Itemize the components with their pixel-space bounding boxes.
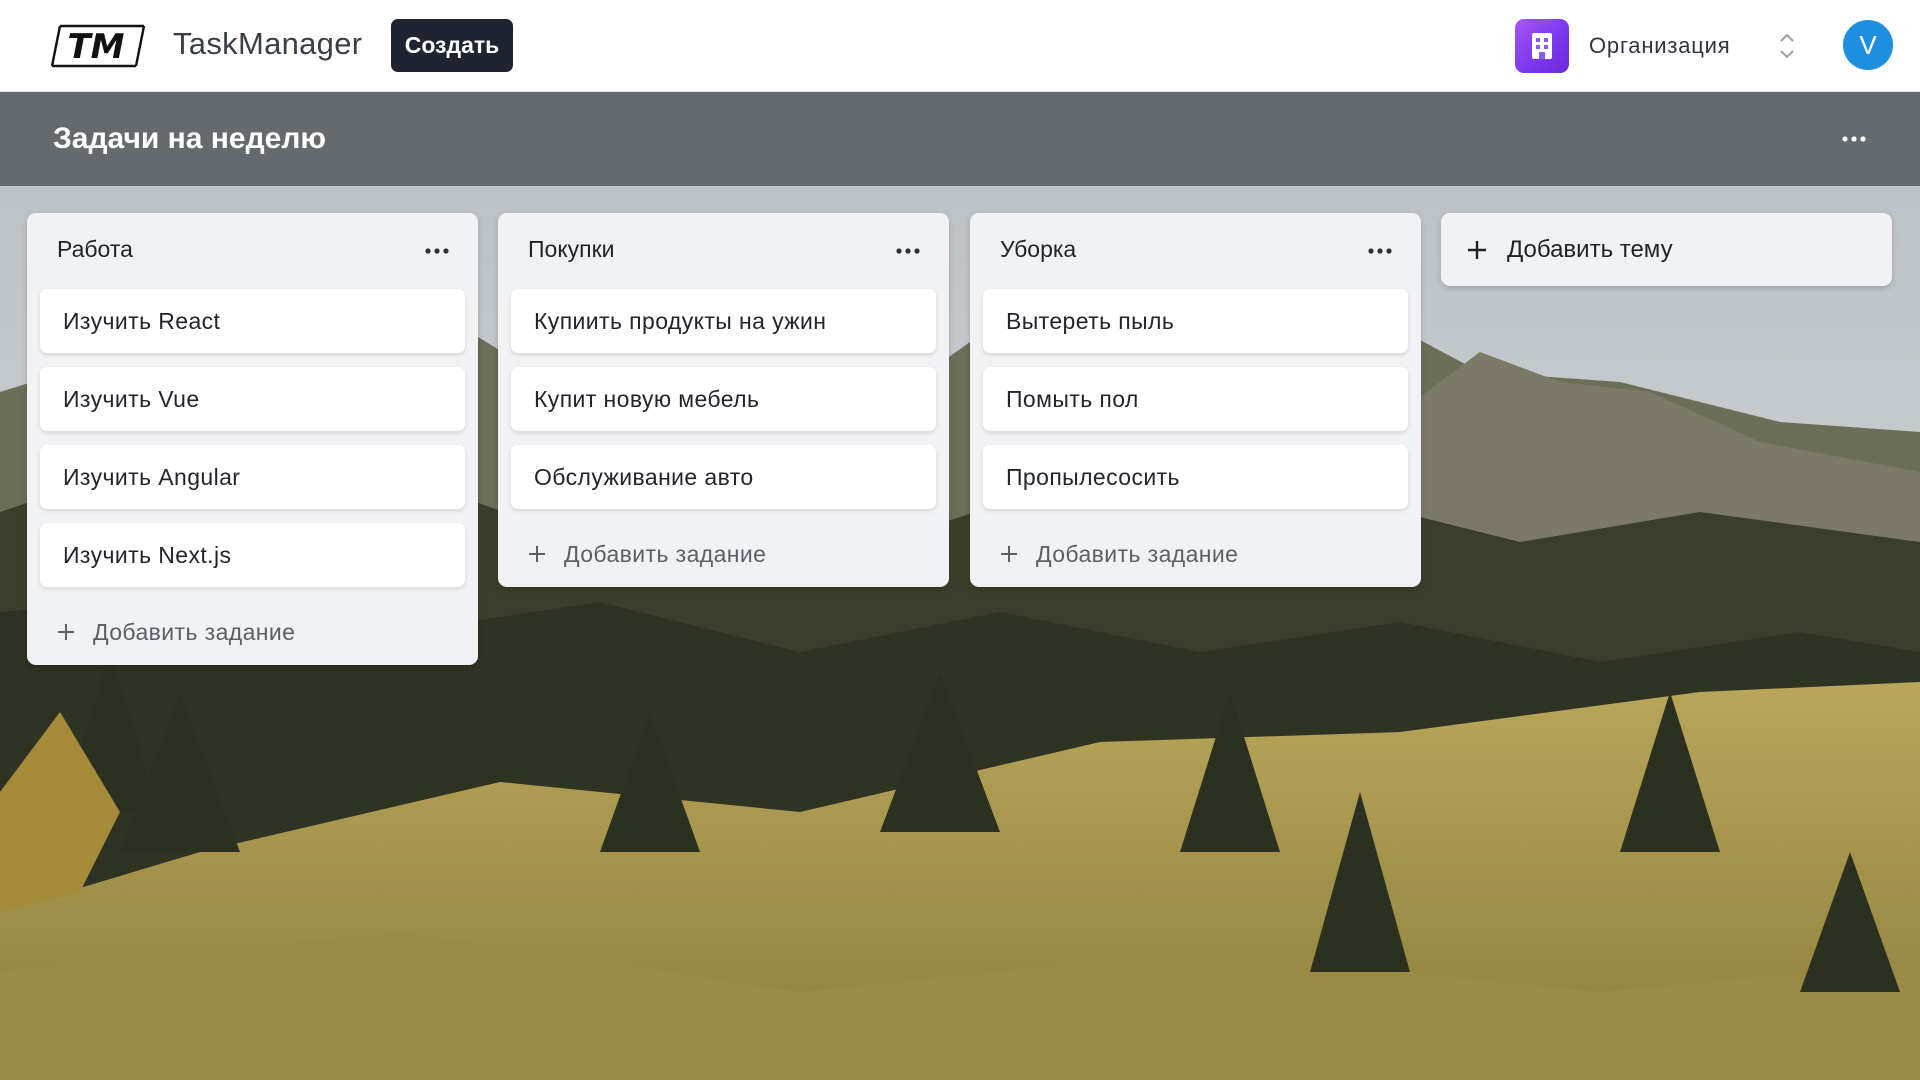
task-card[interactable]: Изучить Angular	[40, 445, 465, 509]
list-cleaning: Уборка Вытереть пыль Помыть пол Пропылес…	[970, 213, 1421, 587]
task-card[interactable]: Обслуживание авто	[511, 445, 936, 509]
board-header: Задачи на неделю	[0, 92, 1920, 186]
plus-icon	[55, 621, 77, 643]
chevron-updown-icon[interactable]	[1777, 29, 1797, 63]
task-card[interactable]: Изучить React	[40, 289, 465, 353]
logo-text: TM	[67, 27, 124, 67]
task-card[interactable]: Изучить Vue	[40, 367, 465, 431]
add-task-label: Добавить задание	[1036, 540, 1239, 567]
add-theme-label: Добавить тему	[1507, 235, 1673, 263]
list-more-icon[interactable]	[893, 240, 923, 262]
plus-icon	[1465, 238, 1489, 262]
board-more-icon[interactable]	[1838, 124, 1870, 154]
organization-name: Организация	[1589, 33, 1731, 58]
task-card[interactable]: Купит новую мебель	[511, 367, 936, 431]
list-shopping: Покупки Купиить продукты на ужин Купит н…	[498, 213, 949, 587]
list-header: Работа	[27, 213, 478, 289]
task-card[interactable]: Помыть пол	[983, 367, 1408, 431]
organization-switcher[interactable]: Организация	[1515, 19, 1797, 73]
add-theme-button[interactable]: Добавить тему	[1441, 213, 1892, 286]
task-card[interactable]: Пропылесосить	[983, 445, 1408, 509]
plus-icon	[998, 543, 1020, 565]
top-navbar: TM TaskManager Создать Организация V	[0, 0, 1920, 92]
app-logo[interactable]: TM	[46, 22, 146, 70]
list-header: Уборка	[970, 213, 1421, 289]
user-avatar[interactable]: V	[1843, 20, 1893, 70]
building-icon	[1515, 19, 1569, 73]
list-title[interactable]: Уборка	[1000, 236, 1076, 263]
list-header: Покупки	[498, 213, 949, 289]
list-work: Работа Изучить React Изучить Vue Изучить…	[27, 213, 478, 665]
add-task-button[interactable]: Добавить задание	[970, 521, 1421, 587]
board-title: Задачи на неделю	[53, 122, 327, 155]
add-task-label: Добавить задание	[564, 540, 767, 567]
add-task-button[interactable]: Добавить задание	[27, 599, 478, 665]
list-title[interactable]: Работа	[57, 236, 133, 263]
task-card[interactable]: Вытереть пыль	[983, 289, 1408, 353]
list-more-icon[interactable]	[422, 240, 452, 262]
plus-icon	[526, 543, 548, 565]
task-card[interactable]: Изучить Next.js	[40, 523, 465, 587]
add-task-button[interactable]: Добавить задание	[498, 521, 949, 587]
add-task-label: Добавить задание	[93, 618, 296, 645]
task-card[interactable]: Купиить продукты на ужин	[511, 289, 936, 353]
create-button[interactable]: Создать	[391, 19, 513, 72]
list-title[interactable]: Покупки	[528, 236, 615, 263]
app-name: TaskManager	[173, 26, 363, 61]
list-more-icon[interactable]	[1365, 240, 1395, 262]
